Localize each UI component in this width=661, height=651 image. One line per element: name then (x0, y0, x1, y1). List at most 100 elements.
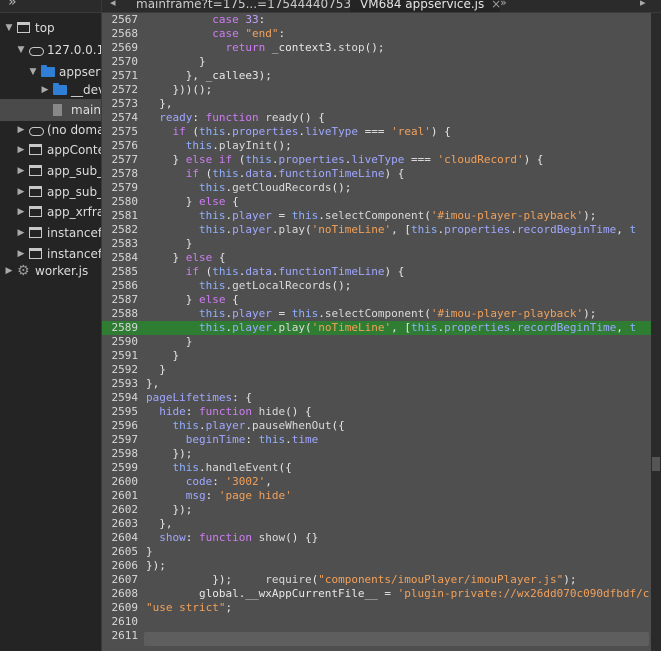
collapse-arrow-icon[interactable]: ▶ (40, 79, 50, 101)
tree-item[interactable]: ▶ ⚙ worker.js (0, 260, 101, 282)
tree-item[interactable]: ▶ app_sub_c (0, 181, 101, 203)
collapse-arrow-icon[interactable]: ▶ (16, 160, 26, 182)
code-line[interactable]: 2581 this.player = this.selectComponent(… (102, 209, 651, 223)
scrollbar-thumb[interactable] (652, 457, 660, 471)
code-line[interactable]: 2571 }, _callee3); (102, 69, 651, 83)
code-line[interactable]: 2590 } (102, 335, 651, 349)
tree-item[interactable]: ▶ appConte (0, 139, 101, 161)
line-number[interactable]: 2588 (102, 307, 139, 321)
code-line[interactable]: 2569 return _context3.stop(); (102, 41, 651, 55)
code-line[interactable]: 2591 } (102, 349, 651, 363)
line-number[interactable]: 2610 (102, 615, 139, 629)
code-line[interactable]: 2578 if (this.data.functionTimeLine) { (102, 167, 651, 181)
code-editor[interactable]: 2567 case 33: 2568 case "end": 2569 return… (102, 13, 651, 651)
code-line[interactable]: 2599 this.handleEvent({ (102, 461, 651, 475)
line-number[interactable]: 2606 (102, 559, 139, 573)
code-line[interactable]: 2597 beginTime: this.time (102, 433, 651, 447)
code-line[interactable]: 2606}); (102, 559, 651, 573)
line-number[interactable]: 2604 (102, 531, 139, 545)
line-number[interactable]: 2603 (102, 517, 139, 531)
line-number[interactable]: 2607 (102, 573, 139, 587)
line-number[interactable]: 2578 (102, 167, 139, 181)
code-line[interactable]: 2574 ready: function ready() { (102, 111, 651, 125)
line-number[interactable]: 2572 (102, 83, 139, 97)
code-line[interactable]: 2594 pageLifetimes: { (102, 391, 651, 405)
tree-item[interactable]: ▶ instancefr (0, 222, 101, 244)
line-number[interactable]: 2580 (102, 195, 139, 209)
line-number[interactable]: 2599 (102, 461, 139, 475)
tree-item[interactable]: ▶ app_xrfrar (0, 201, 101, 223)
collapse-arrow-icon[interactable]: ▶ (4, 260, 14, 282)
collapse-arrow-icon[interactable]: ▶ (16, 119, 26, 141)
tab-mainframe[interactable]: mainframe?t=175...=1754444075336 (136, 0, 366, 12)
code-line[interactable]: 2582 this.player.play('noTimeLine', [thi… (102, 223, 651, 237)
collapse-arrow-icon[interactable]: ▶ (16, 222, 26, 244)
highlighted-code-line[interactable]: 2589 this.player.play('noTimeLine', [thi… (102, 321, 651, 335)
vertical-scrollbar[interactable] (651, 13, 661, 651)
line-number[interactable]: 2605 (102, 545, 139, 559)
code-line[interactable]: 2576 this.playInit(); (102, 139, 651, 153)
code-line[interactable]: 2572 }))(); (102, 83, 651, 97)
line-number[interactable]: 2582 (102, 223, 139, 237)
collapse-arrow-icon[interactable]: ▶ (16, 181, 26, 203)
code-line[interactable]: 2587 } else { (102, 293, 651, 307)
code-line[interactable]: 2601 msg: 'page hide' (102, 489, 651, 503)
code-line[interactable]: 2585 if (this.data.functionTimeLine) { (102, 265, 651, 279)
code-line[interactable]: 2580 } else { (102, 195, 651, 209)
line-number[interactable]: 2598 (102, 447, 139, 461)
code-line[interactable]: 2609 "use strict"; (102, 601, 651, 615)
line-number[interactable]: 2589 (102, 321, 139, 335)
tree-item[interactable]: ▶ __dev (0, 79, 101, 101)
code-line[interactable]: 2577 } else if (this.properties.liveType… (102, 153, 651, 167)
line-number[interactable]: 2577 (102, 153, 139, 167)
code-line[interactable]: 2568 case "end": (102, 27, 651, 41)
collapse-arrow-icon[interactable]: ▶ (16, 201, 26, 223)
line-number[interactable]: 2568 (102, 27, 139, 41)
code-line[interactable]: 2583 } (102, 237, 651, 251)
line-number[interactable]: 2594 (102, 391, 139, 405)
code-line[interactable]: 2570 } (102, 55, 651, 69)
code-line[interactable]: 2607 }); require("components/imouPlayer/… (102, 573, 651, 587)
more-tabs-icon[interactable]: » (8, 0, 17, 10)
tree-item[interactable]: ▼ 127.0.0.1:6 (0, 39, 101, 61)
line-number[interactable]: 2592 (102, 363, 139, 377)
line-number[interactable]: 2571 (102, 69, 139, 83)
line-number[interactable]: 2590 (102, 335, 139, 349)
line-number[interactable]: 2576 (102, 139, 139, 153)
line-number[interactable]: 2591 (102, 349, 139, 363)
line-number[interactable]: 2596 (102, 419, 139, 433)
navigator-toggle-icon[interactable]: ◂ (110, 0, 116, 9)
line-number[interactable]: 2611 (102, 629, 139, 643)
code-line[interactable]: 2600 code: '3002', (102, 475, 651, 489)
more-tabs-icon[interactable]: » (500, 0, 507, 9)
line-number[interactable]: 2570 (102, 55, 139, 69)
line-number[interactable]: 2573 (102, 97, 139, 111)
code-line[interactable]: 2605} (102, 545, 651, 559)
line-number[interactable]: 2593 (102, 377, 139, 391)
code-line[interactable]: 2596 this.player.pauseWhenOut({ (102, 419, 651, 433)
code-line[interactable]: 2603 }, (102, 517, 651, 531)
line-number[interactable]: 2575 (102, 125, 139, 139)
code-line[interactable]: 2588 this.player = this.selectComponent(… (102, 307, 651, 321)
line-number[interactable]: 2601 (102, 489, 139, 503)
code-line[interactable]: 2586 this.getLocalRecords(); (102, 279, 651, 293)
code-line[interactable]: 2567 case 33: (102, 13, 651, 27)
code-line[interactable]: 2595 hide: function hide() { (102, 405, 651, 419)
code-line[interactable]: 2598 }); (102, 447, 651, 461)
line-number[interactable]: 2597 (102, 433, 139, 447)
code-line[interactable]: 2579 this.getCloudRecords(); (102, 181, 651, 195)
code-line[interactable]: 2573 }, (102, 97, 651, 111)
tab-appservice[interactable]: VM684 appservice.js × (350, 0, 501, 12)
code-line[interactable]: 2592 } (102, 363, 651, 377)
line-number[interactable]: 2581 (102, 209, 139, 223)
horizontal-scrollbar[interactable] (144, 632, 649, 646)
code-line[interactable]: 2584 } else { (102, 251, 651, 265)
line-number[interactable]: 2579 (102, 181, 139, 195)
line-number[interactable]: 2586 (102, 279, 139, 293)
line-number[interactable]: 2567 (102, 13, 139, 27)
code-line[interactable]: 2575 if (this.properties.liveType === 'r… (102, 125, 651, 139)
debugger-panel-toggle-icon[interactable]: ▸ (640, 0, 646, 9)
expand-arrow-icon[interactable]: ▼ (16, 39, 26, 61)
tree-item[interactable]: ▼ top (0, 17, 101, 39)
line-number[interactable]: 2608 (102, 587, 139, 601)
